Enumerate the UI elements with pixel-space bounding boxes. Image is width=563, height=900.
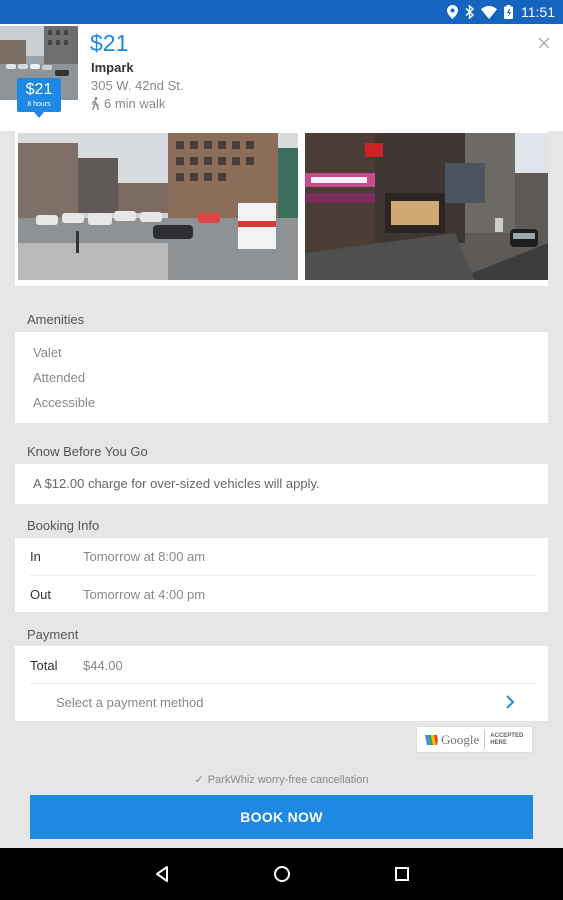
- google-wallet-badge: Google ACCEPTED HERE: [416, 726, 533, 753]
- close-icon: [538, 37, 550, 49]
- price-tag-duration: 8 hours: [27, 101, 51, 108]
- select-payment-method[interactable]: Select a payment method: [15, 684, 548, 721]
- walking-person-icon: [91, 97, 100, 110]
- home-icon[interactable]: [272, 864, 292, 884]
- listing-name: Impark: [91, 60, 134, 75]
- bluetooth-icon: [465, 5, 474, 19]
- booking-info-title: Booking Info: [27, 518, 100, 533]
- payment-method-placeholder: Select a payment method: [56, 695, 204, 710]
- system-nav-bar: [0, 848, 563, 900]
- know-before-card: A $12.00 charge for over-sized vehicles …: [15, 464, 548, 504]
- accepted-here-label: ACCEPTED HERE: [490, 732, 524, 746]
- close-button[interactable]: [534, 33, 554, 53]
- chevron-right-icon: [506, 695, 515, 709]
- price-tag-amount: $21: [25, 81, 53, 98]
- book-now-button[interactable]: BOOK NOW: [30, 795, 533, 839]
- street-photo-2[interactable]: [305, 133, 548, 280]
- cancellation-note: ✓ ParkWhiz worry-free cancellation: [0, 773, 563, 786]
- check-icon: ✓: [194, 774, 204, 786]
- battery-icon: [504, 5, 513, 19]
- cancellation-text: ParkWhiz worry-free cancellation: [207, 774, 369, 786]
- payment-card: Total $44.00 Select a payment method: [15, 646, 548, 721]
- wifi-icon: [481, 5, 497, 19]
- location-photos: [15, 131, 548, 286]
- listing-address: 305 W. 42nd St.: [91, 78, 184, 93]
- amenity-item: Attended: [33, 370, 86, 385]
- amenity-item: Valet: [33, 345, 62, 360]
- listing-header: $21 8 hours $21 Impark 305 W. 42nd St. 6…: [0, 24, 563, 131]
- location-icon: [447, 5, 458, 19]
- amenity-item: Accessible: [33, 395, 96, 410]
- back-icon[interactable]: [152, 864, 172, 884]
- google-wallet-icon: [425, 734, 438, 745]
- payment-total-value: $44.00: [83, 658, 123, 673]
- booking-out-label: Out: [30, 587, 51, 602]
- badge-separator: [484, 730, 486, 749]
- booking-out-value: Tomorrow at 4:00 pm: [83, 587, 206, 602]
- booking-info-card: In Tomorrow at 8:00 am Out Tomorrow at 4…: [15, 538, 548, 612]
- clock: 11:51: [521, 4, 555, 20]
- know-before-text: A $12.00 charge for over-sized vehicles …: [33, 476, 320, 491]
- booking-out-row: Out Tomorrow at 4:00 pm: [15, 576, 548, 613]
- listing-price: $21: [90, 30, 129, 56]
- price-tag: $21 8 hours: [17, 78, 61, 118]
- status-bar: 11:51: [0, 0, 563, 24]
- walk-time-label: 6 min walk: [104, 96, 166, 111]
- payment-title: Payment: [27, 627, 79, 642]
- walk-time: 6 min walk: [91, 96, 165, 111]
- booking-in-row: In Tomorrow at 8:00 am: [15, 538, 548, 575]
- amenities-title: Amenities: [27, 312, 85, 327]
- street-photo-1[interactable]: [18, 133, 298, 280]
- booking-in-label: In: [30, 549, 41, 564]
- amenities-card: Valet Attended Accessible: [15, 332, 548, 423]
- know-before-title: Know Before You Go: [27, 444, 148, 459]
- payment-total-label: Total: [30, 658, 58, 673]
- booking-in-value: Tomorrow at 8:00 am: [83, 549, 206, 564]
- google-wallet-brand: Google: [441, 731, 480, 747]
- recent-apps-icon[interactable]: [392, 864, 412, 884]
